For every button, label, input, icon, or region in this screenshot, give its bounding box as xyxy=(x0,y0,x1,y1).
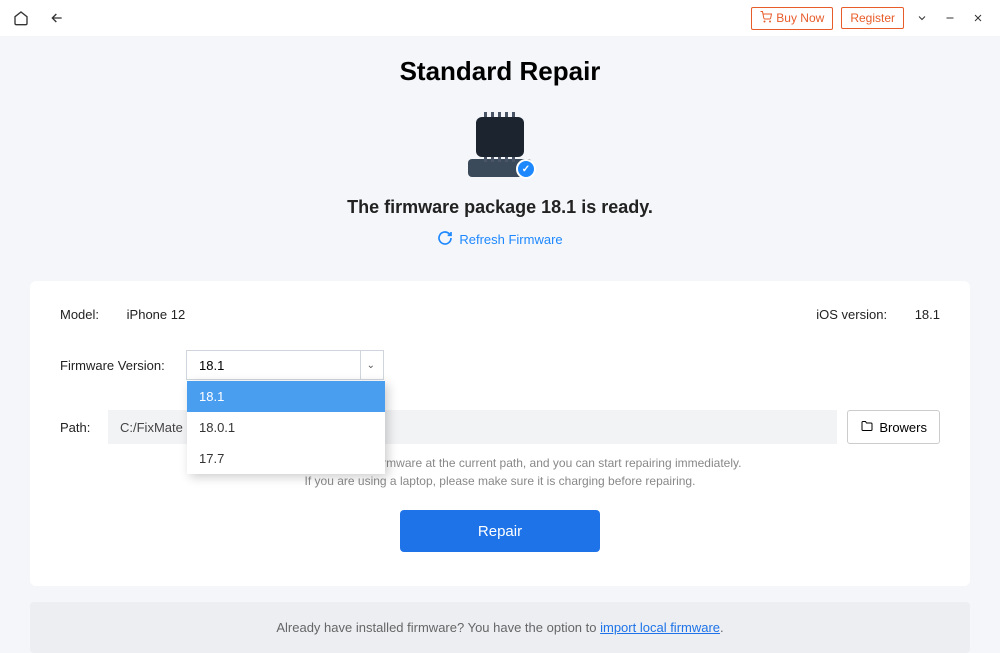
back-icon[interactable] xyxy=(48,9,66,27)
model-label: Model: xyxy=(60,307,99,322)
firmware-option[interactable]: 18.1 xyxy=(187,381,385,412)
refresh-label: Refresh Firmware xyxy=(459,232,562,247)
refresh-firmware-link[interactable]: Refresh Firmware xyxy=(437,230,562,249)
firmware-dropdown: 18.1 18.0.1 17.7 xyxy=(187,381,385,474)
model-value: iPhone 12 xyxy=(127,307,186,322)
cart-icon xyxy=(760,11,772,26)
browse-button[interactable]: Browers xyxy=(847,410,940,444)
firmware-version-row: Firmware Version: 18.1 ⌄ 18.1 18.0.1 17.… xyxy=(60,350,940,380)
titlebar-left xyxy=(12,9,66,27)
refresh-icon xyxy=(437,230,453,249)
firmware-version-select[interactable]: 18.1 ⌄ 18.1 18.0.1 17.7 xyxy=(186,350,384,380)
ios-version-value: 18.1 xyxy=(915,307,940,322)
titlebar: Buy Now Register xyxy=(0,0,1000,36)
buy-now-button[interactable]: Buy Now xyxy=(751,7,833,30)
ios-version-label: iOS version: xyxy=(816,307,887,322)
firmware-version-label: Firmware Version: xyxy=(60,358,168,373)
repair-button[interactable]: Repair xyxy=(400,510,600,552)
ready-message: The firmware package 18.1 is ready. xyxy=(0,197,1000,218)
close-icon[interactable] xyxy=(968,8,988,28)
titlebar-right: Buy Now Register xyxy=(751,7,988,30)
path-label: Path: xyxy=(60,420,98,435)
firmware-option[interactable]: 18.0.1 xyxy=(187,412,385,443)
chevron-down-icon: ⌄ xyxy=(360,351,375,379)
chevron-down-icon[interactable] xyxy=(912,8,932,28)
minimize-icon[interactable] xyxy=(940,8,960,28)
main-content: Standard Repair ✓ The firmware package 1… xyxy=(0,36,1000,653)
import-firmware-panel: Already have installed firmware? You hav… xyxy=(30,602,970,653)
footer-text-suffix: . xyxy=(720,620,724,635)
buy-now-label: Buy Now xyxy=(776,11,824,25)
firmware-card: Model: iPhone 12 iOS version: 18.1 Firmw… xyxy=(30,281,970,586)
page-title: Standard Repair xyxy=(0,56,1000,87)
folder-icon xyxy=(860,420,874,435)
browse-label: Browers xyxy=(879,420,927,435)
footer-text-prefix: Already have installed firmware? You hav… xyxy=(276,620,600,635)
firmware-chip-illustration: ✓ xyxy=(460,117,540,177)
home-icon[interactable] xyxy=(12,9,30,27)
firmware-selected-value: 18.1 xyxy=(199,358,224,373)
device-info-row: Model: iPhone 12 iOS version: 18.1 xyxy=(60,307,940,322)
register-button[interactable]: Register xyxy=(841,7,904,29)
check-badge-icon: ✓ xyxy=(516,159,536,179)
import-firmware-link[interactable]: import local firmware xyxy=(600,620,720,635)
firmware-option[interactable]: 17.7 xyxy=(187,443,385,474)
